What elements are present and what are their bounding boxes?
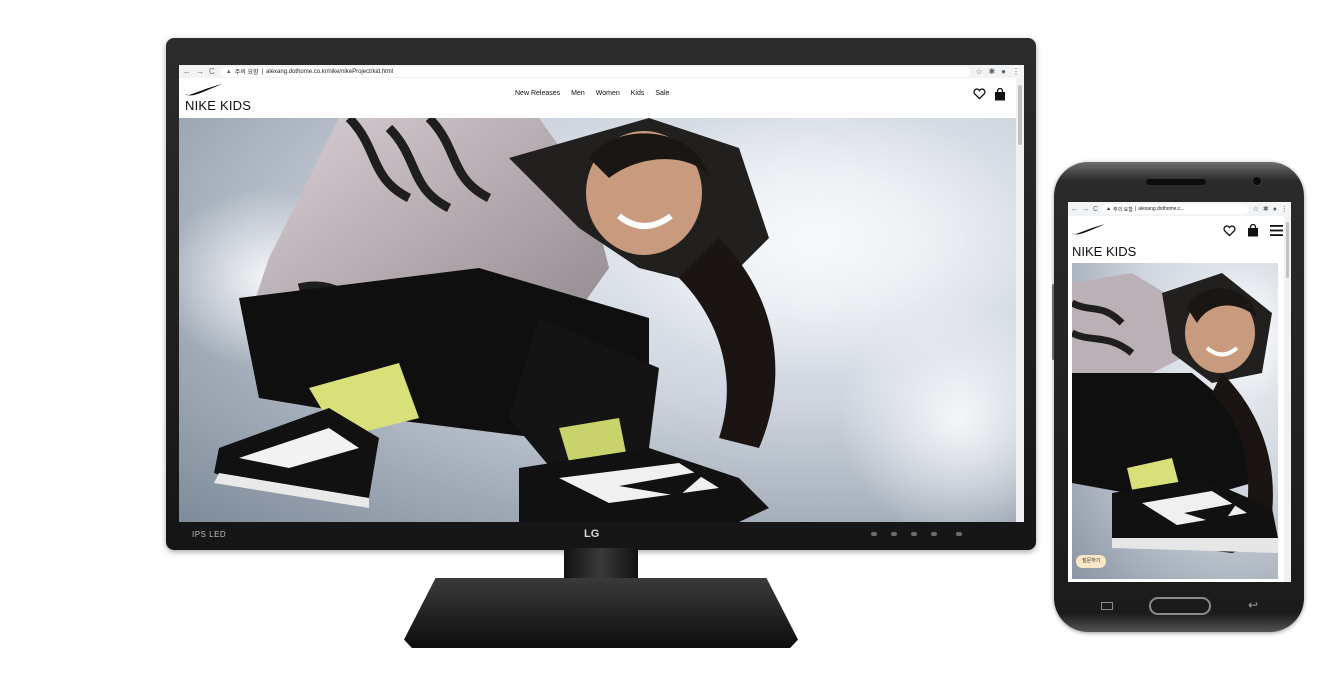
- star-icon[interactable]: ☆: [1253, 205, 1259, 213]
- phone-speaker: [1146, 179, 1206, 185]
- more-icon[interactable]: ⋮: [1012, 67, 1020, 76]
- monitor-control: [956, 532, 962, 536]
- url-text: alexang.dothome.co.kr/nike/nikeProject/k…: [266, 68, 394, 75]
- back-button-icon[interactable]: ↩: [1248, 598, 1258, 612]
- forward-icon[interactable]: →: [196, 65, 204, 78]
- header-actions: [973, 88, 1006, 101]
- url-separator: |: [1134, 206, 1137, 212]
- profile-icon[interactable]: ●: [1001, 67, 1006, 76]
- mobile-screen: ← → C ▲ 주의 요함 | alexang.dothome.c... ☆ ✱…: [1068, 202, 1291, 582]
- reload-icon[interactable]: C: [209, 65, 215, 78]
- mobile-site-header: NIKE KIDS: [1068, 216, 1291, 262]
- mobile-browser-toolbar: ← → C ▲ 주의 요함 | alexang.dothome.c... ☆ ✱…: [1068, 202, 1291, 216]
- monitor-control: [871, 532, 877, 536]
- phone-camera: [1252, 176, 1262, 186]
- warning-icon: ▲: [225, 68, 232, 75]
- monitor-control: [911, 532, 917, 536]
- hero-photo: [179, 118, 1016, 522]
- nav-sale[interactable]: Sale: [655, 90, 669, 97]
- mobile-hero-photo: [1072, 263, 1278, 553]
- heart-icon[interactable]: [973, 88, 986, 100]
- page-scrollbar[interactable]: [1016, 78, 1024, 522]
- monitor-control: [931, 532, 937, 536]
- chat-button[interactable]: 질문하기: [1076, 555, 1107, 568]
- bag-icon[interactable]: [1247, 224, 1259, 237]
- home-button[interactable]: [1149, 597, 1211, 615]
- hero-image: 질문하기: [179, 118, 1016, 522]
- monitor-badge: IPS LED: [192, 530, 227, 539]
- monitor-base: [404, 578, 798, 648]
- extensions-icon[interactable]: ✱: [988, 67, 995, 76]
- brand-logo[interactable]: NIKE KIDS: [185, 84, 251, 113]
- nav-women[interactable]: Women: [596, 90, 620, 97]
- forward-icon[interactable]: →: [1082, 206, 1089, 213]
- nav-men[interactable]: Men: [571, 90, 585, 97]
- heart-icon[interactable]: [1223, 224, 1236, 237]
- mobile-phone: ← → C ▲ 주의 요함 | alexang.dothome.c... ☆ ✱…: [1054, 162, 1304, 632]
- desktop-screen: ← → C ▲ 주의 요함 | alexang.dothome.co.kr/ni…: [179, 65, 1024, 522]
- profile-icon[interactable]: ●: [1273, 206, 1277, 213]
- swoosh-icon: [185, 84, 222, 96]
- swoosh-icon: [1072, 224, 1106, 235]
- scrollbar-thumb[interactable]: [1286, 222, 1289, 278]
- brand-logo[interactable]: NIKE KIDS: [1072, 222, 1136, 259]
- nav-new-releases[interactable]: New Releases: [515, 90, 560, 97]
- address-bar[interactable]: ▲ 주의 요함 | alexang.dothome.co.kr/nike/nik…: [219, 66, 971, 77]
- brand-name: NIKE KIDS: [1072, 244, 1137, 259]
- extensions-icon[interactable]: ✱: [1263, 205, 1269, 213]
- brand-name: NIKE KIDS: [185, 98, 252, 113]
- mobile-header-actions: [1223, 224, 1283, 237]
- more-icon[interactable]: ⋮: [1281, 205, 1288, 213]
- mobile-address-bar[interactable]: ▲ 주의 요함 | alexang.dothome.c...: [1102, 204, 1249, 214]
- warning-icon: ▲: [1106, 206, 1112, 212]
- site-header: NIKE KIDS New Releases Men Women Kids Sa…: [179, 78, 1024, 118]
- browser-toolbar: ← → C ▲ 주의 요함 | alexang.dothome.co.kr/ni…: [179, 65, 1024, 78]
- nav-kids[interactable]: Kids: [631, 90, 645, 97]
- recent-apps-button[interactable]: [1101, 602, 1113, 610]
- mobile-hero-image: 질문하기: [1072, 263, 1278, 579]
- star-icon[interactable]: ☆: [975, 67, 982, 76]
- back-icon[interactable]: ←: [1071, 206, 1078, 213]
- monitor-control: [891, 532, 897, 536]
- mobile-scrollbar[interactable]: [1284, 216, 1291, 582]
- back-icon[interactable]: ←: [183, 65, 191, 78]
- url-text: alexang.dothome.c...: [1138, 206, 1185, 212]
- security-label: 주의 요함: [1113, 206, 1133, 213]
- url-separator: |: [261, 68, 264, 75]
- desktop-monitor: ← → C ▲ 주의 요함 | alexang.dothome.co.kr/ni…: [166, 38, 1036, 550]
- bag-icon[interactable]: [994, 88, 1006, 101]
- main-nav: New Releases Men Women Kids Sale: [515, 90, 669, 97]
- menu-icon[interactable]: [1270, 225, 1283, 236]
- scrollbar-thumb[interactable]: [1018, 85, 1022, 145]
- security-label: 주의 요함: [234, 70, 259, 76]
- monitor-brand: LG: [584, 528, 600, 540]
- reload-icon[interactable]: C: [1093, 206, 1098, 213]
